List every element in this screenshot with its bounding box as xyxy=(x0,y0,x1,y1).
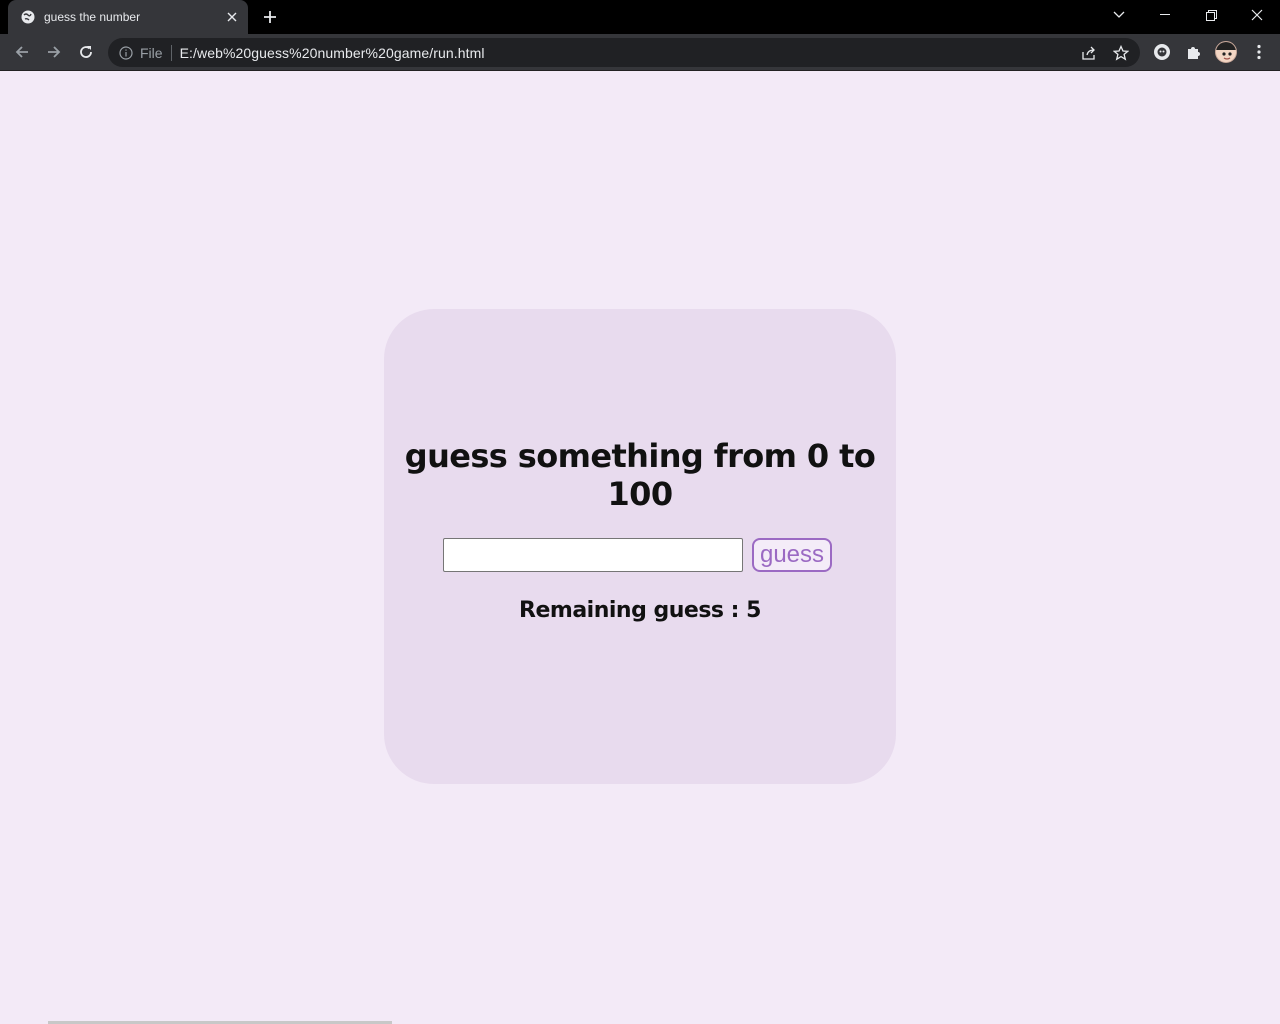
browser-tab[interactable]: guess the number xyxy=(8,0,248,34)
browser-toolbar: File E:/web%20guess%20number%20game/run.… xyxy=(0,34,1280,71)
more-menu-icon[interactable] xyxy=(1246,39,1272,65)
bookmark-star-icon[interactable] xyxy=(1112,44,1130,62)
forward-arrow-icon[interactable] xyxy=(41,39,67,65)
remaining-guesses: Remaining guess : 5 xyxy=(519,598,761,623)
extensions-puzzle-icon[interactable] xyxy=(1181,39,1207,65)
globe-icon xyxy=(20,9,36,25)
game-card: guess something from 0 to 100 guess Rema… xyxy=(384,309,896,784)
close-tab-icon[interactable] xyxy=(224,9,240,25)
omnibox-divider xyxy=(170,44,172,61)
url-text[interactable]: E:/web%20guess%20number%20game/run.html xyxy=(180,45,485,61)
guess-input[interactable] xyxy=(443,538,743,572)
tab-search-icon[interactable] xyxy=(1096,0,1142,30)
game-heading: guess something from 0 to 100 xyxy=(404,437,876,513)
restore-icon[interactable] xyxy=(1188,0,1234,30)
profile-avatar[interactable] xyxy=(1215,41,1237,63)
tab-strip: guess the number xyxy=(0,0,1280,34)
guess-button[interactable]: guess xyxy=(752,538,832,572)
address-bar[interactable]: File E:/web%20guess%20number%20game/run.… xyxy=(108,38,1140,67)
page-viewport: guess something from 0 to 100 guess Rema… xyxy=(0,71,1280,1024)
url-scheme-label: File xyxy=(140,44,163,61)
tab-title: guess the number xyxy=(44,10,141,24)
new-tab-button[interactable] xyxy=(258,5,282,29)
extension-face-icon[interactable] xyxy=(1149,39,1175,65)
reload-icon[interactable] xyxy=(73,39,99,65)
info-icon[interactable] xyxy=(118,45,134,61)
minimize-icon[interactable] xyxy=(1142,0,1188,30)
close-window-icon[interactable] xyxy=(1234,0,1280,30)
back-arrow-icon[interactable] xyxy=(9,39,35,65)
share-icon[interactable] xyxy=(1080,44,1098,62)
